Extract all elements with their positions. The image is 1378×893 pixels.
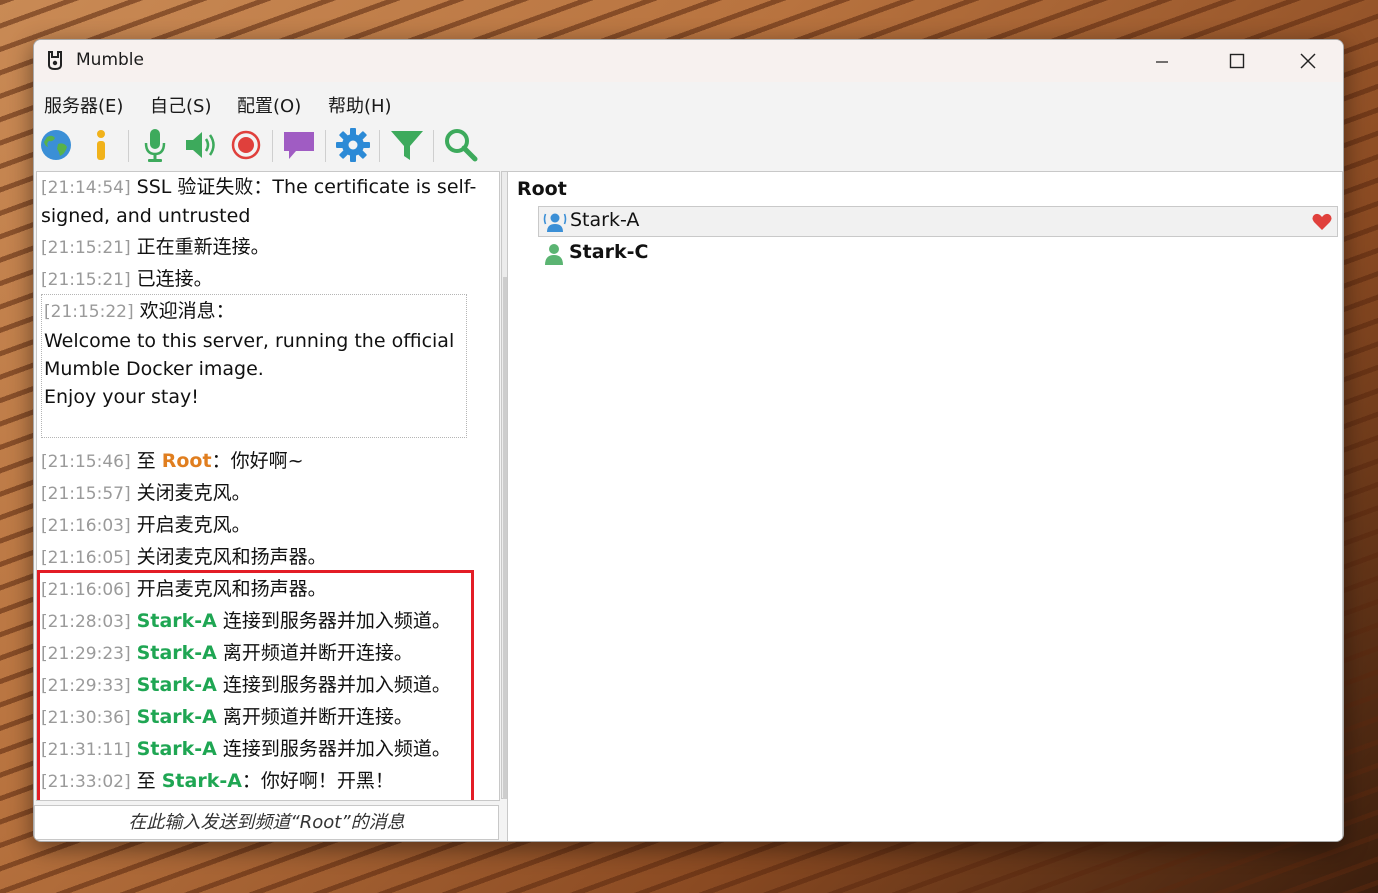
log-line: [21:15:21] 已连接。 <box>41 268 213 290</box>
search-icon <box>445 129 478 162</box>
info-button[interactable] <box>82 126 120 164</box>
mumble-logo-icon <box>48 51 62 71</box>
log-line: signed, and untrusted <box>41 205 251 227</box>
chat-log[interactable]: [21:14:54] SSL 验证失败：The certificate is s… <box>36 171 500 801</box>
log-line: [21:15:57] 关闭麦克风。 <box>41 482 251 504</box>
filter-button[interactable] <box>388 126 426 164</box>
speaker-icon <box>186 132 215 158</box>
settings-button[interactable] <box>334 126 372 164</box>
welcome-text: Welcome to this server, running the offi… <box>44 330 455 352</box>
window-title: Mumble <box>76 50 144 70</box>
welcome-heading: [21:15:22] 欢迎消息： <box>44 300 235 322</box>
chat-input[interactable]: 在此输入发送到频道“Root”的消息 <box>34 805 499 840</box>
log-line: [21:16:03] 开启麦克风。 <box>41 514 251 536</box>
maximize-button[interactable] <box>1202 40 1272 82</box>
highlight-annotation <box>37 570 474 800</box>
user-link-root[interactable]: Root <box>162 450 212 472</box>
chat-icon <box>284 132 314 159</box>
info-icon <box>97 130 105 160</box>
menu-server[interactable]: 服务器(E) <box>44 92 123 118</box>
record-button[interactable] <box>227 126 265 164</box>
search-button[interactable] <box>442 126 480 164</box>
record-icon <box>231 130 261 160</box>
connect-button[interactable] <box>37 126 75 164</box>
user-icon <box>545 244 563 265</box>
log-line: [21:15:21] 正在重新连接。 <box>41 236 270 258</box>
menu-self[interactable]: 自己(S) <box>150 92 211 118</box>
welcome-text: Enjoy your stay! <box>44 386 199 408</box>
menu-bar: 服务器(E) 自己(S) 配置(O) 帮助(H) <box>34 82 1343 122</box>
welcome-message: [21:15:22] 欢迎消息： Welcome to this server,… <box>41 294 467 438</box>
menu-configure[interactable]: 配置(O) <box>237 92 301 118</box>
globe-icon <box>41 130 71 160</box>
user-row-stark-a[interactable]: Stark-A <box>538 206 1338 237</box>
user-row-stark-c[interactable]: Stark-C <box>538 239 1338 270</box>
toolbar <box>34 124 1343 168</box>
close-button[interactable] <box>1273 40 1343 82</box>
log-line: [21:15:46] 至 Root：你好啊~ <box>41 450 304 472</box>
log-line: [21:16:05] 关闭麦克风和扬声器。 <box>41 546 327 568</box>
minimize-icon <box>1156 61 1168 63</box>
channel-tree: Root Stark-A Stark-C <box>507 171 1343 841</box>
close-icon <box>1300 53 1316 69</box>
microphone-icon <box>144 129 166 162</box>
mumble-window: Mumble 服务器(E) 自己(S) 配置(O) 帮助(H) [21:14:5… <box>33 39 1344 842</box>
title-bar[interactable]: Mumble <box>34 40 1343 82</box>
mute-mic-button[interactable] <box>136 126 174 164</box>
filter-icon <box>391 131 423 160</box>
log-line: [21:14:54] SSL 验证失败：The certificate is s… <box>41 176 477 198</box>
welcome-text: Mumble Docker image. <box>44 358 264 380</box>
deafen-button[interactable] <box>182 126 220 164</box>
user-talking-icon <box>543 213 567 232</box>
maximize-icon <box>1229 53 1245 69</box>
channel-root[interactable]: Root <box>517 178 567 200</box>
settings-gear-icon <box>336 128 370 162</box>
heart-icon <box>1312 213 1332 230</box>
menu-help[interactable]: 帮助(H) <box>328 92 392 118</box>
text-message-button[interactable] <box>280 126 318 164</box>
minimize-button[interactable] <box>1127 40 1197 82</box>
